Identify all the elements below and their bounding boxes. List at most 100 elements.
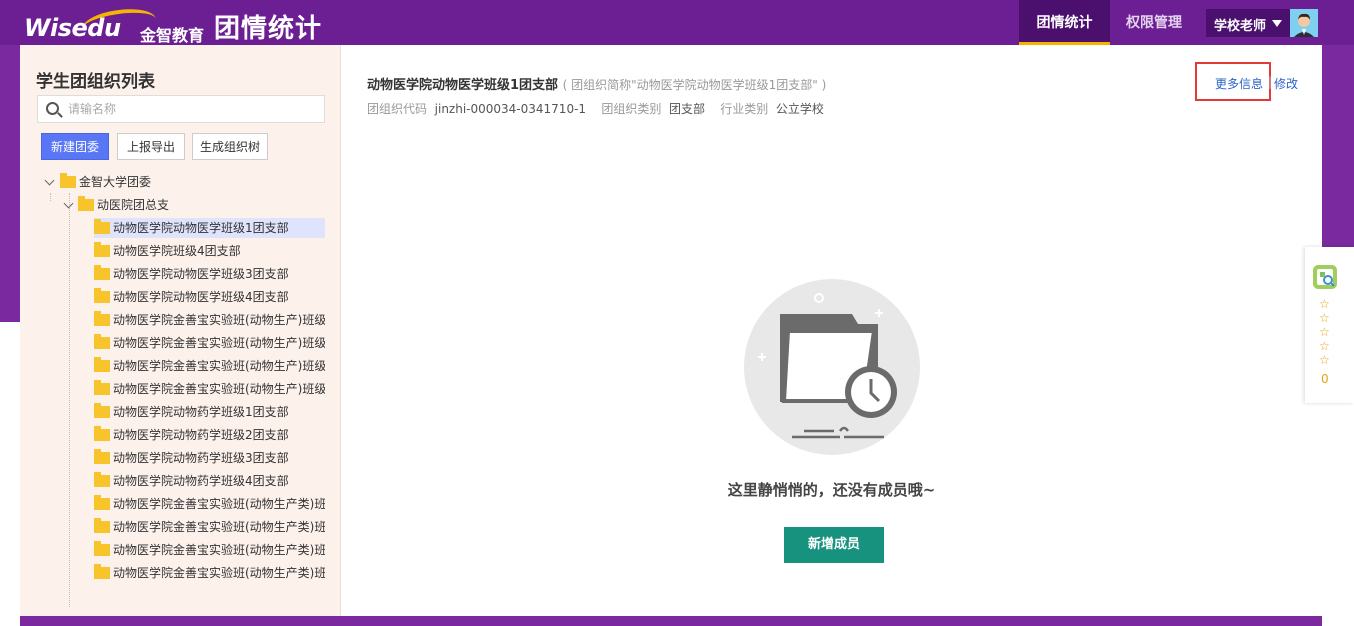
search-input[interactable] — [66, 99, 320, 119]
tree-node-item[interactable]: 动物医学院班级4团支部 — [94, 241, 325, 261]
folder-icon — [94, 287, 110, 303]
tree-node-item[interactable]: 动物医学院动物医学班级3团支部 — [94, 264, 325, 284]
tree-node-item[interactable]: 动物医学院金善宝实验班(动物生产)班级 — [94, 333, 325, 353]
tree-node-item[interactable]: 动物医学院金善宝实验班(动物生产类)班 — [94, 517, 325, 537]
top-header: Wisedu 金智教育 团情统计 团情统计 权限管理 学校老师 — [0, 0, 1354, 45]
avatar[interactable] — [1290, 9, 1318, 37]
sidebar-title: 学生团组织列表 — [36, 72, 155, 92]
tree-node-item[interactable]: 动物医学院金善宝实验班(动物生产)班级 — [94, 379, 325, 399]
tree-guide-line — [50, 193, 51, 201]
tree-node-item[interactable]: 动物医学院金善宝实验班(动物生产)班级 — [94, 356, 325, 376]
tree-node-label: 动物医学院动物药学班级2团支部 — [113, 428, 289, 442]
folder-icon — [94, 310, 110, 326]
rating-count: 0 — [1321, 372, 1329, 386]
star-icon[interactable]: ☆ — [1319, 297, 1330, 311]
tree-guide-line — [69, 193, 70, 607]
folder-icon — [94, 517, 110, 533]
tree-node-item[interactable]: 动物医学院动物药学班级1团支部 — [94, 402, 325, 422]
edit-link[interactable]: 修改 — [1274, 75, 1298, 92]
star-icon[interactable]: ☆ — [1319, 311, 1330, 325]
search-box[interactable] — [37, 95, 325, 123]
org-name: 动物医学院动物医学班级1团支部 — [367, 78, 559, 93]
tree-node-label: 动物医学院动物药学班级1团支部 — [113, 405, 289, 419]
type-label: 团组织类别 — [601, 102, 662, 116]
caret-down-icon[interactable] — [1272, 20, 1282, 27]
tree-node-label: 动物医学院动物药学班级4团支部 — [113, 474, 289, 488]
tree-node-item[interactable]: 动物医学院金善宝实验班(动物生产类)班 — [94, 494, 325, 514]
tab-label: 权限管理 — [1126, 15, 1182, 31]
tree-node-label: 动物医学院金善宝实验班(动物生产类)班 — [113, 566, 325, 580]
search-icon — [46, 102, 59, 115]
tree-node-item[interactable]: 动物医学院动物医学班级1团支部 — [94, 218, 325, 238]
app-title: 团情统计 — [214, 14, 323, 44]
folder-icon — [78, 195, 94, 211]
main-panel: 动物医学院动物医学班级1团支部 ( 团组织简称"动物医学院动物医学班级1团支部"… — [341, 45, 1322, 616]
tree-node-label: 动物医学院班级4团支部 — [113, 244, 241, 258]
tree-node-root[interactable]: 金智大学团委 — [60, 172, 330, 192]
tree-node-item[interactable]: 动物医学院动物药学班级3团支部 — [94, 448, 325, 468]
tree-node-label: 动物医学院金善宝实验班(动物生产)班级 — [113, 336, 325, 350]
code-value: jinzhi-000034-0341710-1 — [434, 102, 587, 116]
org-meta: 团组织代码 jinzhi-000034-0341710-1 团组织类别 团支部 … — [367, 100, 824, 117]
rating-widget: ☆ ☆ ☆ ☆ ☆ 0 — [1305, 247, 1354, 403]
star-icon[interactable]: ☆ — [1319, 339, 1330, 353]
add-member-button[interactable]: 新增成员 — [784, 527, 884, 563]
star-icon[interactable]: ☆ — [1319, 353, 1330, 367]
tree-node-item[interactable]: 动物医学院动物药学班级2团支部 — [94, 425, 325, 445]
folder-icon — [94, 402, 110, 418]
tree-node-label: 动物医学院动物医学班级1团支部 — [113, 221, 289, 235]
tree-node-branch[interactable]: 动医院团总支 — [78, 195, 328, 215]
code-label: 团组织代码 — [367, 102, 428, 116]
link-separator: | — [1268, 75, 1273, 89]
empty-folder-illustration — [744, 279, 920, 455]
folder-icon — [94, 494, 110, 510]
folder-icon — [60, 172, 76, 188]
chevron-down-icon[interactable] — [44, 175, 55, 186]
tree-node-item[interactable]: 动物医学院金善宝实验班(动物生产)班级 — [94, 310, 325, 330]
empty-message: 这里静悄悄的，还没有成员哦~ — [727, 481, 936, 499]
org-sidebar: 学生团组织列表 新建团委 上报导出 生成组织树 金智大学团委 动医院团总支 动物… — [20, 45, 341, 616]
footer-band — [20, 616, 1322, 626]
folder-icon — [94, 540, 110, 556]
industry-label: 行业类别 — [720, 102, 769, 116]
tree-node-label: 金智大学团委 — [79, 175, 152, 189]
tree-node-label: 动医院团总支 — [97, 198, 170, 212]
chevron-down-icon[interactable] — [63, 198, 74, 209]
more-info-link[interactable]: 更多信息 — [1215, 75, 1263, 92]
user-name: 学校老师 — [1214, 19, 1267, 34]
tab-permissions[interactable]: 权限管理 — [1110, 0, 1198, 45]
tree-node-item[interactable]: 动物医学院金善宝实验班(动物生产类)班 — [94, 540, 325, 560]
tree-node-label: 动物医学院金善宝实验班(动物生产类)班 — [113, 497, 325, 511]
tree-node-label: 动物医学院金善宝实验班(动物生产)班级 — [113, 359, 325, 373]
tree-node-item[interactable]: 动物医学院动物医学班级4团支部 — [94, 287, 325, 307]
tree-node-label: 动物医学院动物医学班级4团支部 — [113, 290, 289, 304]
star-icon[interactable]: ☆ — [1319, 325, 1330, 339]
folder-icon — [94, 379, 110, 395]
logo-subtitle: 金智教育 — [140, 26, 205, 45]
tree-node-item[interactable]: 动物医学院动物药学班级4团支部 — [94, 471, 325, 491]
rating-app-icon[interactable] — [1313, 265, 1337, 289]
user-menu[interactable]: 学校老师 — [1206, 9, 1318, 37]
org-short-name: ( 团组织简称"动物医学院动物医学班级1团支部" ) — [562, 78, 827, 92]
folder-icon — [94, 448, 110, 464]
new-committee-button[interactable]: 新建团委 — [41, 133, 109, 160]
tree-node-label: 动物医学院金善宝实验班(动物生产类)班 — [113, 543, 325, 557]
folder-icon — [94, 218, 110, 234]
folder-icon — [94, 471, 110, 487]
folder-icon — [94, 241, 110, 257]
tab-team-stats[interactable]: 团情统计 — [1019, 0, 1110, 45]
tree-node-label: 动物医学院金善宝实验班(动物生产)班级 — [113, 313, 325, 327]
folder-icon — [94, 425, 110, 441]
industry-value: 公立学校 — [775, 102, 824, 116]
generate-tree-button[interactable]: 生成组织树 — [192, 133, 268, 160]
tree-node-label: 动物医学院动物药学班级3团支部 — [113, 451, 289, 465]
logo-text: Wisedu — [24, 14, 121, 42]
folder-icon — [94, 563, 110, 579]
tree-node-label: 动物医学院动物医学班级3团支部 — [113, 267, 289, 281]
folder-icon — [94, 264, 110, 280]
tree-node-label: 动物医学院金善宝实验班(动物生产类)班 — [113, 520, 325, 534]
type-value: 团支部 — [668, 102, 705, 116]
folder-icon — [94, 356, 110, 372]
tree-node-item[interactable]: 动物医学院金善宝实验班(动物生产类)班 — [94, 563, 325, 583]
report-export-button[interactable]: 上报导出 — [117, 133, 185, 160]
